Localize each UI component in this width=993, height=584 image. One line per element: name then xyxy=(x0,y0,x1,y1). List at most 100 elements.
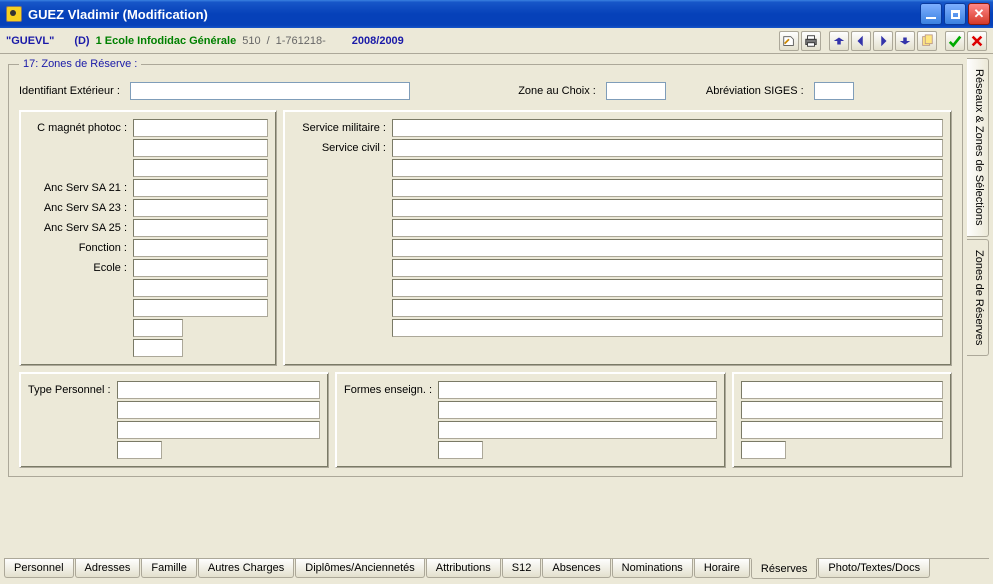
maximize-button[interactable] xyxy=(944,3,966,25)
tab-reserves[interactable]: Réserves xyxy=(751,558,817,579)
formes-enseign-2[interactable] xyxy=(438,401,717,419)
fonction-input[interactable] xyxy=(133,239,268,257)
right-row-11[interactable] xyxy=(392,319,943,337)
c-magnet-input-3[interactable] xyxy=(133,159,268,177)
tab-nominations[interactable]: Nominations xyxy=(612,559,693,578)
id-sep: / xyxy=(267,35,270,47)
type-personnel-label: Type Personnel : xyxy=(28,384,111,396)
anc25-label: Anc Serv SA 25 : xyxy=(28,222,133,234)
right-panel: Service militaire : Service civil : xyxy=(283,110,952,366)
left-extra-3[interactable] xyxy=(133,319,183,337)
bottom-tabs: Personnel Adresses Famille Autres Charge… xyxy=(4,558,989,580)
right-row-7[interactable] xyxy=(392,239,943,257)
formes-enseign-label: Formes enseign. : xyxy=(344,384,432,396)
tab-s12[interactable]: S12 xyxy=(502,559,542,578)
ecole-input[interactable] xyxy=(133,259,268,277)
anc23-input[interactable] xyxy=(133,199,268,217)
right-row-5[interactable] xyxy=(392,199,943,217)
app-icon xyxy=(6,6,22,22)
formes-enseign-panel: Formes enseign. : xyxy=(335,372,726,468)
service-militaire-label: Service militaire : xyxy=(292,122,392,134)
left-extra-1[interactable] xyxy=(133,279,268,297)
extra-1[interactable] xyxy=(741,381,943,399)
tab-horaire[interactable]: Horaire xyxy=(694,559,750,578)
tab-photo-textes-docs[interactable]: Photo/Textes/Docs xyxy=(818,559,930,578)
extra-panel xyxy=(732,372,952,468)
service-civil-input[interactable] xyxy=(392,139,943,157)
confirm-icon[interactable] xyxy=(945,31,965,51)
left-extra-2[interactable] xyxy=(133,299,268,317)
arrow-next-icon[interactable] xyxy=(873,31,893,51)
right-row-3[interactable] xyxy=(392,159,943,177)
anc23-label: Anc Serv SA 23 : xyxy=(28,202,133,214)
flag: (D) xyxy=(74,35,89,47)
formes-enseign-3[interactable] xyxy=(438,421,717,439)
fonction-label: Fonction : xyxy=(28,242,133,254)
tab-attributions[interactable]: Attributions xyxy=(426,559,501,578)
service-civil-label: Service civil : xyxy=(292,142,392,154)
print-icon[interactable] xyxy=(801,31,821,51)
extra-2[interactable] xyxy=(741,401,943,419)
fieldset-legend: 17: Zones de Réserve : xyxy=(19,58,141,70)
identifiant-exterieur-input[interactable] xyxy=(130,82,410,100)
anc21-label: Anc Serv SA 21 : xyxy=(28,182,133,194)
minimize-button[interactable] xyxy=(920,3,942,25)
side-tabs: Réseaux & Zones de Sélections Zones de R… xyxy=(967,58,989,554)
left-panel: C magnét photoc : Anc Serv SA 21 : Anc S… xyxy=(19,110,277,366)
tab-personnel[interactable]: Personnel xyxy=(4,559,74,578)
arrow-first-icon[interactable] xyxy=(829,31,849,51)
service-militaire-input[interactable] xyxy=(392,119,943,137)
toolbar-icons xyxy=(779,31,987,51)
title-bar: GUEZ Vladimir (Modification) ✕ xyxy=(0,0,993,28)
tab-diplomes[interactable]: Diplômes/Anciennetés xyxy=(295,559,424,578)
extra-3[interactable] xyxy=(741,421,943,439)
right-row-8[interactable] xyxy=(392,259,943,277)
identifiant-exterieur-label: Identifiant Extérieur : xyxy=(19,85,120,97)
type-personnel-2[interactable] xyxy=(117,401,320,419)
right-row-10[interactable] xyxy=(392,299,943,317)
arrow-prev-icon[interactable] xyxy=(851,31,871,51)
window-controls: ✕ xyxy=(920,3,990,25)
right-row-6[interactable] xyxy=(392,219,943,237)
tab-famille[interactable]: Famille xyxy=(141,559,196,578)
right-row-4[interactable] xyxy=(392,179,943,197)
ecole-label: Ecole : xyxy=(28,262,133,274)
type-personnel-3[interactable] xyxy=(117,421,320,439)
window-title: GUEZ Vladimir (Modification) xyxy=(28,7,920,22)
formes-enseign-1[interactable] xyxy=(438,381,717,399)
type-personnel-4[interactable] xyxy=(117,441,162,459)
extra-4[interactable] xyxy=(741,441,786,459)
cancel-icon[interactable] xyxy=(967,31,987,51)
c-magnet-input-1[interactable] xyxy=(133,119,268,137)
abbrev-siges-input[interactable] xyxy=(814,82,854,100)
arrow-last-icon[interactable] xyxy=(895,31,915,51)
school-name: 1 Ecole Infodidac Générale xyxy=(96,35,237,47)
tab-adresses[interactable]: Adresses xyxy=(75,559,141,578)
right-row-9[interactable] xyxy=(392,279,943,297)
side-tab-zones-reserves[interactable]: Zones de Réserves xyxy=(967,239,989,356)
abbrev-siges-label: Abréviation SIGES : xyxy=(706,85,804,97)
type-personnel-panel: Type Personnel : xyxy=(19,372,329,468)
id-1: 510 xyxy=(242,35,260,47)
c-magnet-input-2[interactable] xyxy=(133,139,268,157)
id-2: 1-761218- xyxy=(276,35,326,47)
print-preview-icon[interactable] xyxy=(779,31,799,51)
formes-enseign-4[interactable] xyxy=(438,441,483,459)
close-button[interactable]: ✕ xyxy=(968,3,990,25)
anc21-input[interactable] xyxy=(133,179,268,197)
person-code: "GUEVL" xyxy=(6,35,54,47)
school-year: 2008/2009 xyxy=(352,35,404,47)
zone-choix-label: Zone au Choix : xyxy=(518,85,596,97)
zone-choix-input[interactable] xyxy=(606,82,666,100)
side-tab-reseaux[interactable]: Réseaux & Zones de Sélections xyxy=(967,58,989,237)
info-toolbar: "GUEVL" (D) 1 Ecole Infodidac Générale 5… xyxy=(0,28,993,54)
copy-icon[interactable] xyxy=(917,31,937,51)
tab-absences[interactable]: Absences xyxy=(542,559,610,578)
tab-autres-charges[interactable]: Autres Charges xyxy=(198,559,294,578)
c-magnet-label: C magnét photoc : xyxy=(28,122,133,134)
type-personnel-1[interactable] xyxy=(117,381,320,399)
left-extra-4[interactable] xyxy=(133,339,183,357)
zones-reserve-fieldset: 17: Zones de Réserve : Identifiant Extér… xyxy=(8,58,963,477)
anc25-input[interactable] xyxy=(133,219,268,237)
top-row: Identifiant Extérieur : Zone au Choix : … xyxy=(19,82,952,100)
